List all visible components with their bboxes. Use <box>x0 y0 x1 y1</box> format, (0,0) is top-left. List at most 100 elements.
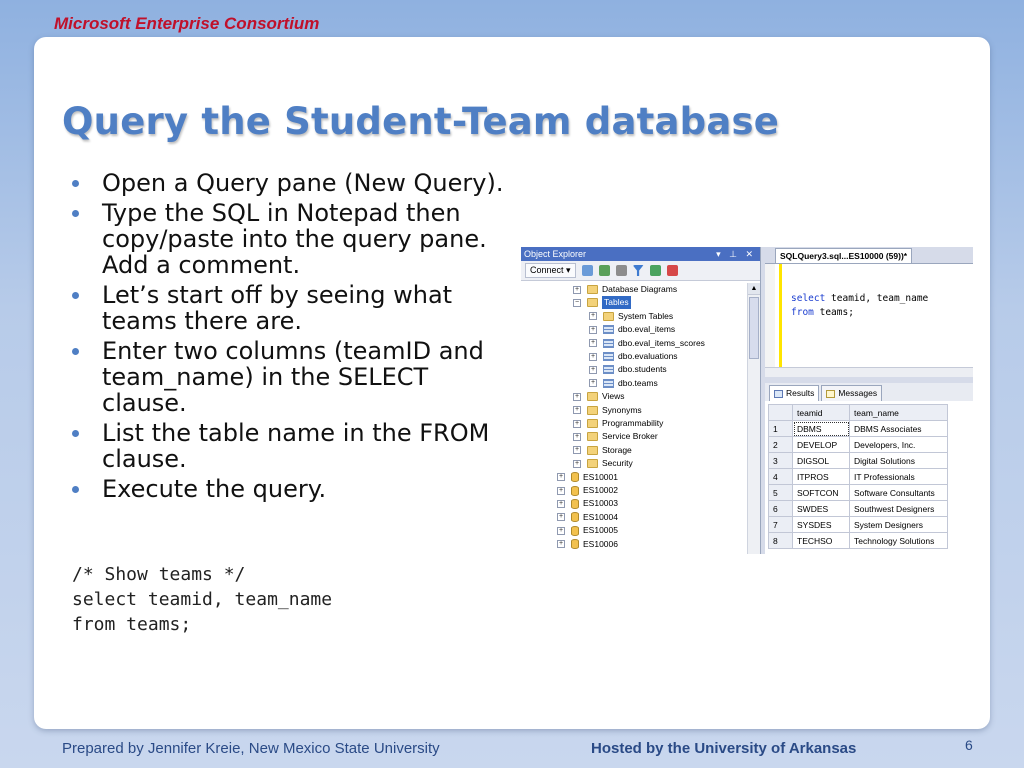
tree-node[interactable]: + dbo.evaluations <box>589 350 678 363</box>
scroll-up-icon[interactable]: ▲ <box>748 283 760 295</box>
folder-icon <box>587 285 598 294</box>
table-row[interactable]: 5 SOFTCON Software Consultants <box>768 484 948 501</box>
tree-node[interactable]: + dbo.eval_items_scores <box>589 337 705 350</box>
expand-toggle-icon[interactable]: + <box>589 352 597 361</box>
connect-button[interactable]: Connect ▾ <box>525 263 576 278</box>
change-marker <box>779 264 782 367</box>
editor-gutter <box>765 264 775 367</box>
bullet-item: Let’s start off by seeing what teams the… <box>72 282 517 334</box>
expand-toggle-icon[interactable]: + <box>573 419 581 428</box>
tree-node[interactable]: − Tables <box>573 296 631 310</box>
expand-toggle-icon[interactable]: + <box>557 526 565 535</box>
table-cell[interactable]: SWDES <box>792 500 850 517</box>
tree-node[interactable]: + ES10005 <box>557 524 618 537</box>
expand-toggle-icon[interactable]: + <box>589 325 597 334</box>
table-cell[interactable]: Software Consultants <box>849 484 948 501</box>
tree-scrollbar[interactable]: ▲ <box>747 283 760 554</box>
tree-node[interactable]: + ES10003 <box>557 497 618 510</box>
expand-toggle-icon[interactable]: + <box>589 312 597 321</box>
table-icon <box>603 365 614 375</box>
row-number-cell[interactable]: 1 <box>768 420 793 437</box>
tree-node[interactable]: + Programmability <box>573 417 663 430</box>
table-row[interactable]: 7 SYSDES System Designers <box>768 516 948 533</box>
tab-results[interactable]: Results <box>769 385 820 401</box>
table-cell[interactable]: DBMS <box>792 420 850 437</box>
tree-node-label: dbo.students <box>618 364 667 375</box>
expand-toggle-icon[interactable]: − <box>573 298 581 307</box>
row-number-cell[interactable]: 8 <box>768 532 793 549</box>
tree-node[interactable]: + dbo.students <box>589 363 667 376</box>
column-header[interactable]: teamid <box>792 404 850 421</box>
expand-toggle-icon[interactable]: + <box>573 392 581 401</box>
table-row[interactable]: 2 DEVELOP Developers, Inc. <box>768 436 948 453</box>
stop-icon[interactable] <box>615 265 627 276</box>
expand-toggle-icon[interactable]: + <box>573 285 581 294</box>
tree-node-label: Synonyms <box>602 404 642 415</box>
expand-toggle-icon[interactable]: + <box>557 499 565 508</box>
table-cell[interactable]: ITPROS <box>792 468 850 485</box>
table-cell[interactable]: SYSDES <box>792 516 850 533</box>
expand-toggle-icon[interactable]: + <box>589 339 597 348</box>
table-row[interactable]: 1 DBMS DBMS Associates <box>768 420 948 437</box>
organization-label: Microsoft Enterprise Consortium <box>54 14 320 33</box>
expand-toggle-icon[interactable]: + <box>557 486 565 495</box>
expand-toggle-icon[interactable]: + <box>573 446 581 455</box>
tree-node[interactable]: + Views <box>573 390 625 403</box>
expand-toggle-icon[interactable]: + <box>573 459 581 468</box>
table-row[interactable]: 4 ITPROS IT Professionals <box>768 468 948 485</box>
connect-icon[interactable] <box>581 265 593 276</box>
tree-node[interactable]: + Service Broker <box>573 430 658 443</box>
summary-icon[interactable] <box>666 265 678 276</box>
row-number-cell[interactable]: 7 <box>768 516 793 533</box>
row-number-cell[interactable]: 4 <box>768 468 793 485</box>
tree-node[interactable]: + Synonyms <box>573 404 642 417</box>
disconnect-icon[interactable] <box>598 265 610 276</box>
table-cell[interactable]: TECHSO <box>792 532 850 549</box>
refresh-icon[interactable] <box>649 265 661 276</box>
table-cell[interactable]: DBMS Associates <box>849 420 948 437</box>
expand-toggle-icon[interactable]: + <box>557 513 565 522</box>
expand-toggle-icon[interactable]: + <box>573 432 581 441</box>
tree-node[interactable]: + ES10002 <box>557 484 618 497</box>
panel-controls[interactable]: ▾ ⊥ ✕ <box>716 247 756 261</box>
table-cell[interactable]: DIGSOL <box>792 452 850 469</box>
tree-node[interactable]: + System Tables <box>589 310 673 323</box>
row-number-cell[interactable]: 5 <box>768 484 793 501</box>
column-header[interactable]: team_name <box>849 404 948 421</box>
row-number-cell[interactable]: 2 <box>768 436 793 453</box>
tree-node[interactable]: + ES10001 <box>557 471 618 484</box>
scroll-thumb[interactable] <box>749 297 759 359</box>
tree-node[interactable]: + Security <box>573 457 633 470</box>
expand-toggle-icon[interactable]: + <box>589 379 597 388</box>
table-cell[interactable]: IT Professionals <box>849 468 948 485</box>
editor-hscrollbar[interactable] <box>765 367 973 377</box>
query-editor[interactable]: select teamid, team_name from teams; <box>765 263 973 367</box>
tree-node[interactable]: + dbo.eval_items <box>589 323 675 336</box>
table-row[interactable]: 3 DIGSOL Digital Solutions <box>768 452 948 469</box>
expand-toggle-icon[interactable]: + <box>573 406 581 415</box>
tree-node[interactable]: + Storage <box>573 444 632 457</box>
table-cell[interactable]: DEVELOP <box>792 436 850 453</box>
filter-icon[interactable] <box>632 265 644 276</box>
row-number-cell[interactable]: 3 <box>768 452 793 469</box>
tree-node[interactable]: + dbo.teams <box>589 377 658 390</box>
query-text[interactable]: select teamid, team_name from teams; <box>791 292 928 320</box>
tree-node[interactable]: + Database Diagrams <box>573 283 677 296</box>
expand-toggle-icon[interactable]: + <box>557 540 565 549</box>
footer-host: Hosted by the University of Arkansas <box>591 740 857 757</box>
table-cell[interactable]: Developers, Inc. <box>849 436 948 453</box>
expand-toggle-icon[interactable]: + <box>589 365 597 374</box>
table-cell[interactable]: Technology Solutions <box>849 532 948 549</box>
table-row[interactable]: 8 TECHSO Technology Solutions <box>768 532 948 549</box>
table-cell[interactable]: System Designers <box>849 516 948 533</box>
table-row[interactable]: 6 SWDES Southwest Designers <box>768 500 948 517</box>
table-cell[interactable]: Southwest Designers <box>849 500 948 517</box>
tab-messages[interactable]: Messages <box>821 385 883 401</box>
table-cell[interactable]: SOFTCON <box>792 484 850 501</box>
tree-node[interactable]: + ES10004 <box>557 511 618 524</box>
table-cell[interactable]: Digital Solutions <box>849 452 948 469</box>
query-tab[interactable]: SQLQuery3.sql...ES10000 (59))* <box>775 248 913 263</box>
row-number-cell[interactable]: 6 <box>768 500 793 517</box>
expand-toggle-icon[interactable]: + <box>557 473 565 482</box>
tree-node[interactable]: + ES10006 <box>557 538 618 551</box>
